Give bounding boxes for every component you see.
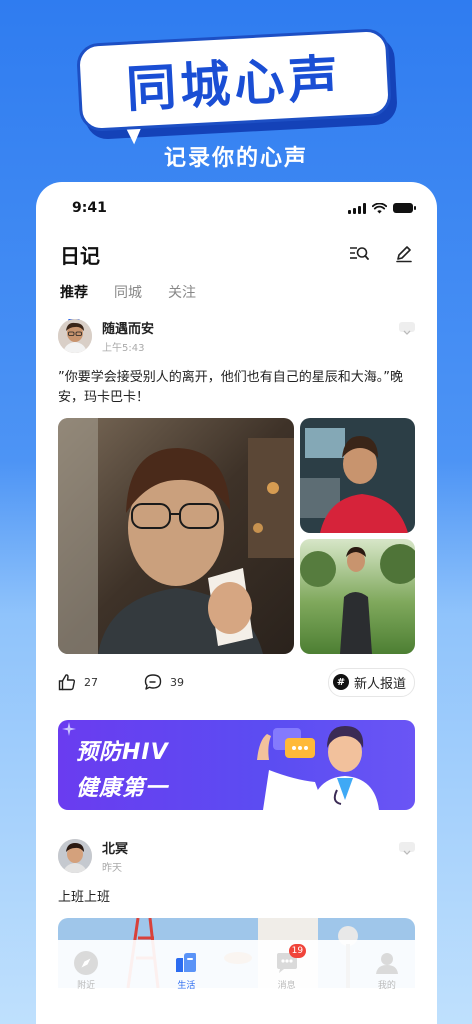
- tab-profile[interactable]: 我的: [357, 950, 417, 991]
- compass-icon: [74, 950, 99, 975]
- photo-gallery: [58, 418, 415, 654]
- avatar[interactable]: [58, 319, 92, 353]
- post-actions: 27 39 # 新人报道: [58, 654, 415, 710]
- more-options-button[interactable]: [399, 842, 415, 855]
- tab-local[interactable]: 同城: [114, 282, 142, 314]
- tab-label: 消息: [277, 980, 296, 991]
- post-text: ”你要学会接受别人的离开，他们也有自己的星辰和大海。”晚安，玛卡巴卡！: [58, 370, 403, 405]
- health-ad-banner[interactable]: 预防HIV 健康第一: [58, 720, 415, 810]
- status-time: 9:41: [72, 200, 107, 216]
- post-time: 昨天: [102, 863, 122, 874]
- thumbs-up-icon: [58, 674, 76, 691]
- battery-icon: [393, 203, 416, 213]
- page-title: 日记: [60, 243, 100, 268]
- ad-line-1: 预防HIV: [76, 740, 169, 765]
- top-header: 日记: [36, 234, 437, 274]
- bottom-tab-bar: 附近 生活 19 消息 我的: [36, 940, 437, 1000]
- username[interactable]: 北冥: [102, 838, 128, 857]
- post-header: 随遇而安 上午5:43: [58, 314, 415, 358]
- profile-icon: [375, 952, 398, 974]
- tab-recommend[interactable]: 推荐: [60, 282, 88, 322]
- topic-label: 新人报道: [353, 676, 406, 692]
- status-bar: 9:41: [36, 182, 437, 234]
- post-time: 上午5:43: [102, 343, 145, 354]
- comment-button[interactable]: 39: [144, 673, 184, 691]
- more-options-button[interactable]: [399, 322, 415, 335]
- user-info: 北冥 昨天: [102, 838, 128, 874]
- tab-label: 生活: [177, 980, 196, 991]
- comment-icon: [144, 674, 162, 690]
- sparkle-icon: [62, 722, 76, 736]
- ad-line-2: 健康第一: [76, 776, 169, 801]
- topic-tag[interactable]: # 新人报道: [327, 667, 415, 697]
- post-photo-main[interactable]: [58, 418, 294, 654]
- bubble-body: 同城心声: [75, 27, 393, 133]
- edit-icon[interactable]: [395, 245, 413, 263]
- header-actions: [349, 245, 413, 263]
- tab-life[interactable]: 生活: [156, 950, 216, 991]
- like-button[interactable]: 27: [58, 673, 98, 691]
- hashtag-icon: #: [332, 674, 349, 690]
- tab-messages[interactable]: 19 消息: [257, 943, 317, 991]
- side-photos: [300, 418, 415, 654]
- post-text: 上班上班: [58, 890, 111, 905]
- comment-count: 39: [170, 675, 184, 689]
- tab-label: 我的: [377, 980, 396, 991]
- tab-following[interactable]: 关注: [168, 282, 196, 314]
- phone-screen: 9:41 日记 推荐 同城 关注 随遇而安 上午5:43 ”你要学会接受别人的离…: [36, 182, 437, 1024]
- tab-nearby[interactable]: 附近: [56, 950, 116, 991]
- wifi-icon: [372, 202, 387, 213]
- promo-title: 同城心声: [124, 49, 344, 119]
- unread-badge: 19: [288, 943, 307, 958]
- promo-bubble: 同城心声: [75, 27, 399, 148]
- feed-tabs: 推荐 同城 关注: [36, 274, 437, 322]
- signal-icon: [348, 202, 366, 214]
- avatar[interactable]: [58, 839, 92, 873]
- promo-subtitle: 记录你的心声: [163, 146, 308, 171]
- life-icon: [176, 952, 197, 972]
- search-list-icon[interactable]: [349, 245, 369, 263]
- like-count: 27: [84, 675, 98, 689]
- post-card[interactable]: 随遇而安 上午5:43 ”你要学会接受别人的离开，他们也有自己的星辰和大海。”晚…: [36, 314, 437, 710]
- tab-label: 附近: [77, 980, 96, 991]
- post-photo-2[interactable]: [300, 418, 415, 533]
- status-icons: [348, 202, 416, 214]
- post-photo-3[interactable]: [300, 539, 415, 654]
- doctor-illustration: [257, 726, 379, 810]
- post-header: 北冥 昨天: [58, 834, 415, 878]
- user-info: 随遇而安 上午5:43: [102, 318, 154, 354]
- username[interactable]: 随遇而安: [102, 318, 154, 337]
